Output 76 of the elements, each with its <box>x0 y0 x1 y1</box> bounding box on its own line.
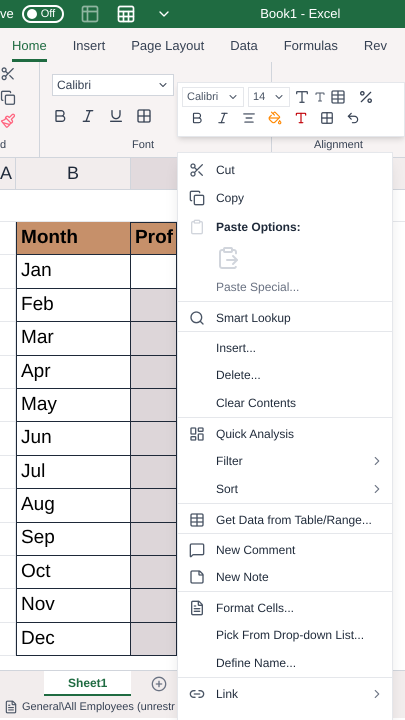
copy-icon <box>189 190 205 206</box>
font-color-icon[interactable] <box>294 111 308 125</box>
group-label: Alignment <box>314 138 363 152</box>
clipboard-icon <box>189 219 205 235</box>
window-title: Book1 - Excel <box>260 5 340 24</box>
form-icon[interactable] <box>80 4 100 24</box>
scissors-icon <box>189 162 205 178</box>
menu-item[interactable]: New Note <box>178 563 392 591</box>
document-icon <box>189 600 205 616</box>
menu-item[interactable]: Pick From Drop-down List... <box>178 621 392 649</box>
autosave-label: ve <box>0 5 14 24</box>
group-label: d <box>0 138 6 152</box>
table-cell[interactable] <box>131 456 177 490</box>
table-cell[interactable] <box>131 589 177 623</box>
table-cell[interactable] <box>131 388 177 422</box>
table-cell[interactable] <box>131 255 177 289</box>
table-cell[interactable] <box>131 522 177 556</box>
search-icon <box>189 310 205 326</box>
menu-item[interactable]: Format Cells... <box>178 591 392 621</box>
size-dropdown[interactable]: 14 <box>248 87 290 107</box>
italic-icon[interactable] <box>80 108 96 124</box>
menu-item[interactable]: Delete... <box>178 361 392 389</box>
comment-icon <box>189 542 205 558</box>
menu-item[interactable]: Filter <box>178 447 392 475</box>
menu-item[interactable]: Copy <box>178 184 392 212</box>
menu-item[interactable]: Smart Lookup <box>178 301 392 331</box>
menu-item[interactable]: Get Data from Table/Range... <box>178 503 392 533</box>
sheet-icon[interactable] <box>116 4 136 24</box>
table-cell[interactable] <box>131 356 177 389</box>
table-cell[interactable]: Prof <box>131 222 177 256</box>
copy-icon[interactable] <box>0 90 16 105</box>
chart-icon <box>189 426 205 442</box>
italic-icon[interactable] <box>216 111 230 125</box>
table-cell[interactable] <box>131 422 177 456</box>
table-cell[interactable]: Month <box>16 222 131 256</box>
percent-icon[interactable] <box>358 89 374 105</box>
ribbon-tab[interactable]: Page Layout <box>131 36 204 62</box>
borders-icon[interactable] <box>136 108 152 124</box>
ribbon-tab[interactable]: Insert <box>72 36 106 62</box>
table-cell[interactable] <box>131 622 177 656</box>
scissors-icon[interactable] <box>0 66 16 82</box>
menu-item[interactable]: Insert... <box>178 331 392 361</box>
menu-item[interactable]: Sort <box>178 475 392 503</box>
table-icon <box>189 512 205 528</box>
font-size-icon[interactable] <box>314 91 326 103</box>
autosave-toggle[interactable]: Off <box>22 5 64 23</box>
status-text: General\All Employees (unrestr <box>22 700 175 715</box>
font-dropdown[interactable]: Calibri <box>52 74 174 96</box>
group-label: Font <box>132 138 156 152</box>
table-cell[interactable] <box>131 489 177 523</box>
menu-item[interactable]: Cut <box>178 156 392 184</box>
table-cell[interactable] <box>131 556 177 590</box>
menu-item[interactable]: Clear Contents <box>178 389 392 417</box>
column-header[interactable]: A <box>0 158 16 189</box>
font-size-icon[interactable] <box>294 89 310 105</box>
note-icon <box>189 569 205 585</box>
menu-item[interactable]: Link <box>178 677 392 707</box>
table-cell[interactable] <box>131 288 177 322</box>
format-icon[interactable] <box>330 89 346 105</box>
underline-icon[interactable] <box>108 108 124 124</box>
menu-item[interactable]: Quick Analysis <box>178 417 392 447</box>
font-dropdown[interactable]: Calibri <box>182 87 244 107</box>
ribbon-tab[interactable]: Formulas <box>284 36 338 62</box>
align-icon[interactable] <box>242 111 256 125</box>
document-icon <box>4 700 18 714</box>
brush-icon[interactable] <box>0 113 16 128</box>
borders-icon[interactable] <box>320 111 334 125</box>
menu-heading: Paste Options: <box>216 219 301 236</box>
ribbon-tab[interactable]: Rev <box>364 36 387 62</box>
menu-item[interactable]: Define Name... <box>178 649 392 677</box>
add-sheet-icon[interactable] <box>151 676 168 692</box>
table-cell[interactable] <box>131 322 177 356</box>
sheet-tab[interactable]: Sheet1 <box>44 671 132 696</box>
menu-item[interactable]: New Comment <box>178 533 392 563</box>
ribbon-tab[interactable]: Data <box>230 36 258 62</box>
bold-icon[interactable] <box>190 111 204 125</box>
